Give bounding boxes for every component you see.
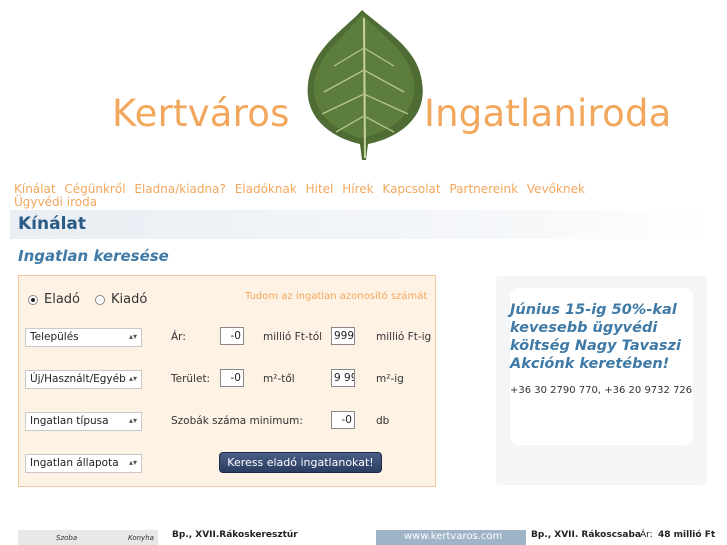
radio-kiado-label: Kiadó [111, 292, 148, 307]
search-submit-button[interactable]: Keress eladó ingatlanokat! [219, 452, 382, 473]
brand-name-right: Ingatlaniroda [424, 92, 672, 135]
promo-phone: +36 30 2790 770, +36 20 9732 726 [510, 385, 693, 396]
nav-item-hirek[interactable]: Hírek [342, 182, 373, 196]
nav-item-hitel[interactable]: Hitel [306, 182, 334, 196]
area-label: Terület: [171, 373, 211, 385]
brand-name-left: Kertváros [112, 92, 290, 135]
nav-item-vevoknek[interactable]: Vevőknek [527, 182, 585, 196]
listing-location-1[interactable]: Bp., XVII.Rákoskeresztúr [172, 530, 298, 540]
nav-item-cegunkrol[interactable]: Cégünkről [64, 182, 125, 196]
nav-item-partnereink[interactable]: Partnereink [449, 182, 518, 196]
condition-type-value: Új/Használt/Egyéb [30, 373, 126, 385]
area-from-input[interactable]: -0 [220, 369, 244, 387]
price-label: Ár: [171, 331, 186, 343]
price-from-input[interactable]: -0 [220, 327, 244, 345]
listing-image-1-word: Konyha [128, 534, 154, 542]
radio-elado[interactable]: Eladó [28, 292, 80, 307]
listing-image-1-word: Szoba [56, 534, 78, 542]
property-type-select[interactable]: Ingatlan típusa ▴▾ [25, 412, 142, 431]
nav-item-kinalat[interactable]: Kínálat [14, 182, 56, 196]
condition-type-select[interactable]: Új/Használt/Egyéb ▴▾ [25, 370, 142, 389]
radio-selected-icon [28, 294, 38, 305]
select-arrow-icon: ▴▾ [128, 458, 137, 467]
section-title: Kínálat [18, 214, 86, 234]
listing-image-2[interactable]: www.kertvaros.com [376, 530, 526, 545]
id-search-link[interactable]: Tudom az ingatlan azonosító számát [245, 291, 427, 302]
price-from-unit: millió Ft-tól [263, 331, 323, 343]
price-to-unit: millió Ft-ig [376, 331, 432, 343]
select-arrow-icon: ▴▾ [128, 374, 137, 383]
nav-item-ugyvedi-iroda[interactable]: Ügyvédi iroda [14, 195, 97, 209]
nav-item-eladna-kiadna[interactable]: Eladna/kiadna? [134, 182, 225, 196]
listing-image-1[interactable]: Szoba Konyha [18, 530, 158, 545]
area-to-input[interactable]: 9 99 [331, 369, 355, 387]
city-select-value: Település [30, 331, 79, 343]
promo-card: Június 15-ig 50%-kal kevesebb ügyvédi kö… [510, 288, 693, 445]
radio-kiado[interactable]: Kiadó [95, 292, 147, 307]
listing-location-2[interactable]: Bp., XVII. Rákoscsaba [531, 530, 641, 540]
nav-item-eladoknak[interactable]: Eladóknak [235, 182, 297, 196]
select-arrow-icon: ▴▾ [128, 332, 137, 341]
nav-item-kapcsolat[interactable]: Kapcsolat [382, 182, 440, 196]
city-select[interactable]: Település ▴▾ [25, 328, 142, 347]
promo-headline[interactable]: Június 15-ig 50%-kal kevesebb ügyvédi kö… [510, 301, 693, 373]
search-form: Eladó Kiadó Tudom az ingatlan azonosító … [18, 275, 436, 487]
price-to-input[interactable]: 999 [331, 327, 355, 345]
rooms-unit: db [376, 415, 390, 427]
promo-panel: Június 15-ig 50%-kal kevesebb ügyvédi kö… [496, 276, 707, 485]
area-from-unit: m²-től [263, 373, 295, 385]
rooms-input[interactable]: -0 [331, 411, 355, 429]
leaf-logo [307, 10, 423, 160]
listing-image-2-text: www.kertvaros.com [404, 531, 503, 542]
section-header: Kínálat [10, 210, 708, 239]
rooms-label: Szobák száma minimum: [171, 415, 303, 427]
radio-unselected-icon [95, 294, 105, 305]
property-state-select[interactable]: Ingatlan állapota ▴▾ [25, 454, 142, 473]
area-to-unit: m²-ig [376, 373, 404, 385]
listing-price-2: 48 millió Ft [658, 530, 716, 540]
main-nav: Kínálat Cégünkről Eladna/kiadna? Eladókn… [14, 183, 664, 209]
property-state-value: Ingatlan állapota [30, 457, 119, 469]
listing-price-label-2: Ár: [640, 530, 653, 540]
search-title: Ingatlan keresése [18, 247, 169, 265]
radio-elado-label: Eladó [44, 292, 80, 307]
select-arrow-icon: ▴▾ [128, 416, 137, 425]
property-type-value: Ingatlan típusa [30, 415, 109, 427]
